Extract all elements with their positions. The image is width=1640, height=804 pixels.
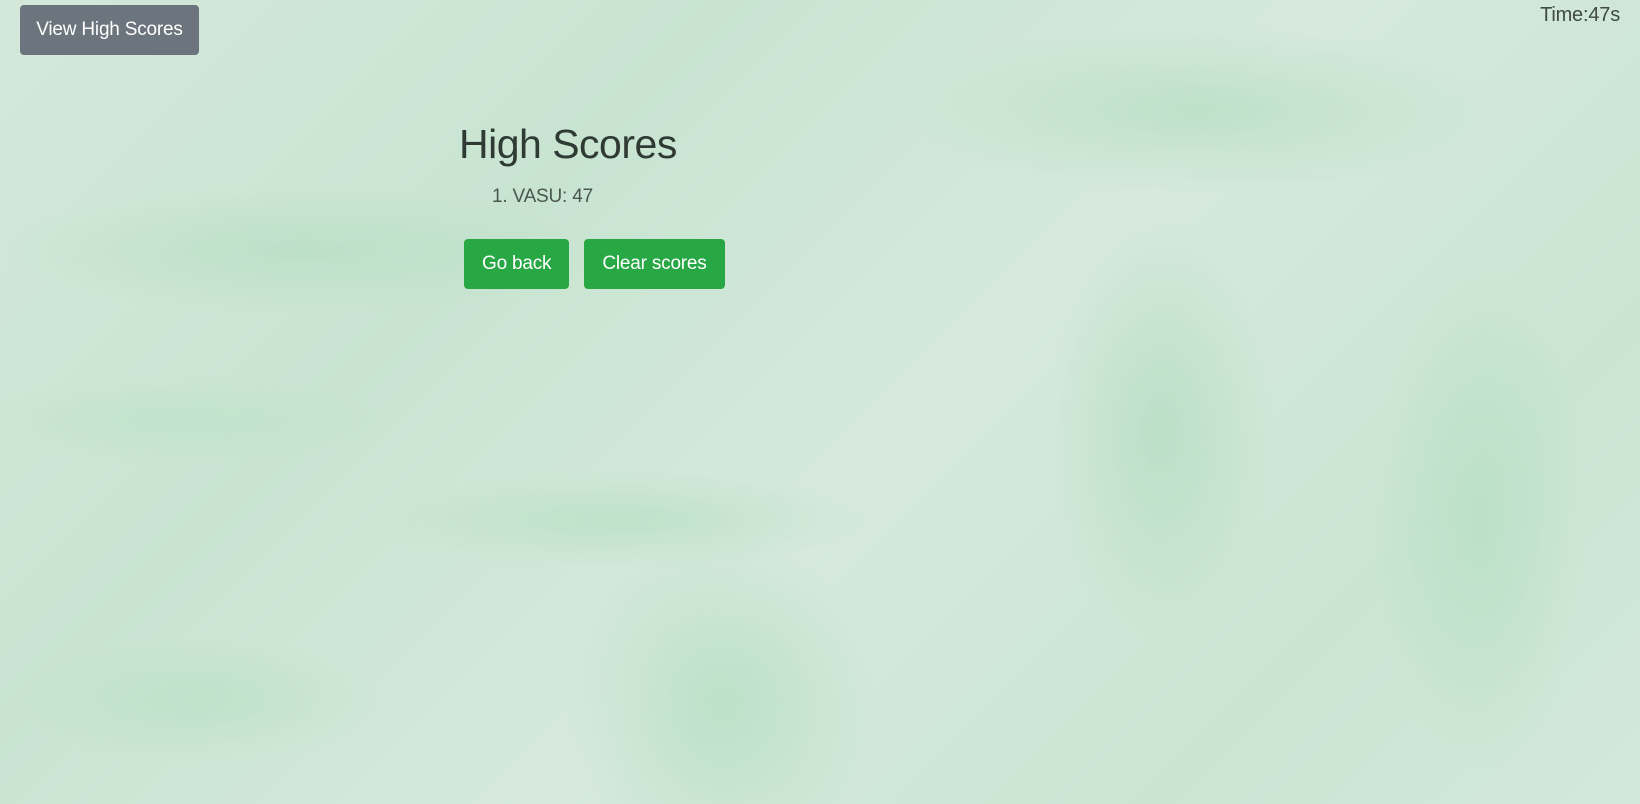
score-list-item: 1. VASU: 47: [492, 186, 593, 207]
score-list: 1. VASU: 47: [492, 184, 725, 210]
timer: Time:47s: [1540, 4, 1620, 27]
view-high-scores-button[interactable]: View High Scores: [20, 5, 199, 55]
button-row: Go back Clear scores: [464, 239, 725, 289]
high-scores-panel: High Scores 1. VASU: 47 Go back Clear sc…: [459, 118, 725, 289]
clear-scores-button[interactable]: Clear scores: [584, 239, 725, 289]
go-back-button[interactable]: Go back: [464, 239, 570, 289]
timer-value: 47s: [1588, 4, 1620, 26]
page-title: High Scores: [459, 121, 677, 167]
timer-label: Time:: [1540, 4, 1589, 26]
